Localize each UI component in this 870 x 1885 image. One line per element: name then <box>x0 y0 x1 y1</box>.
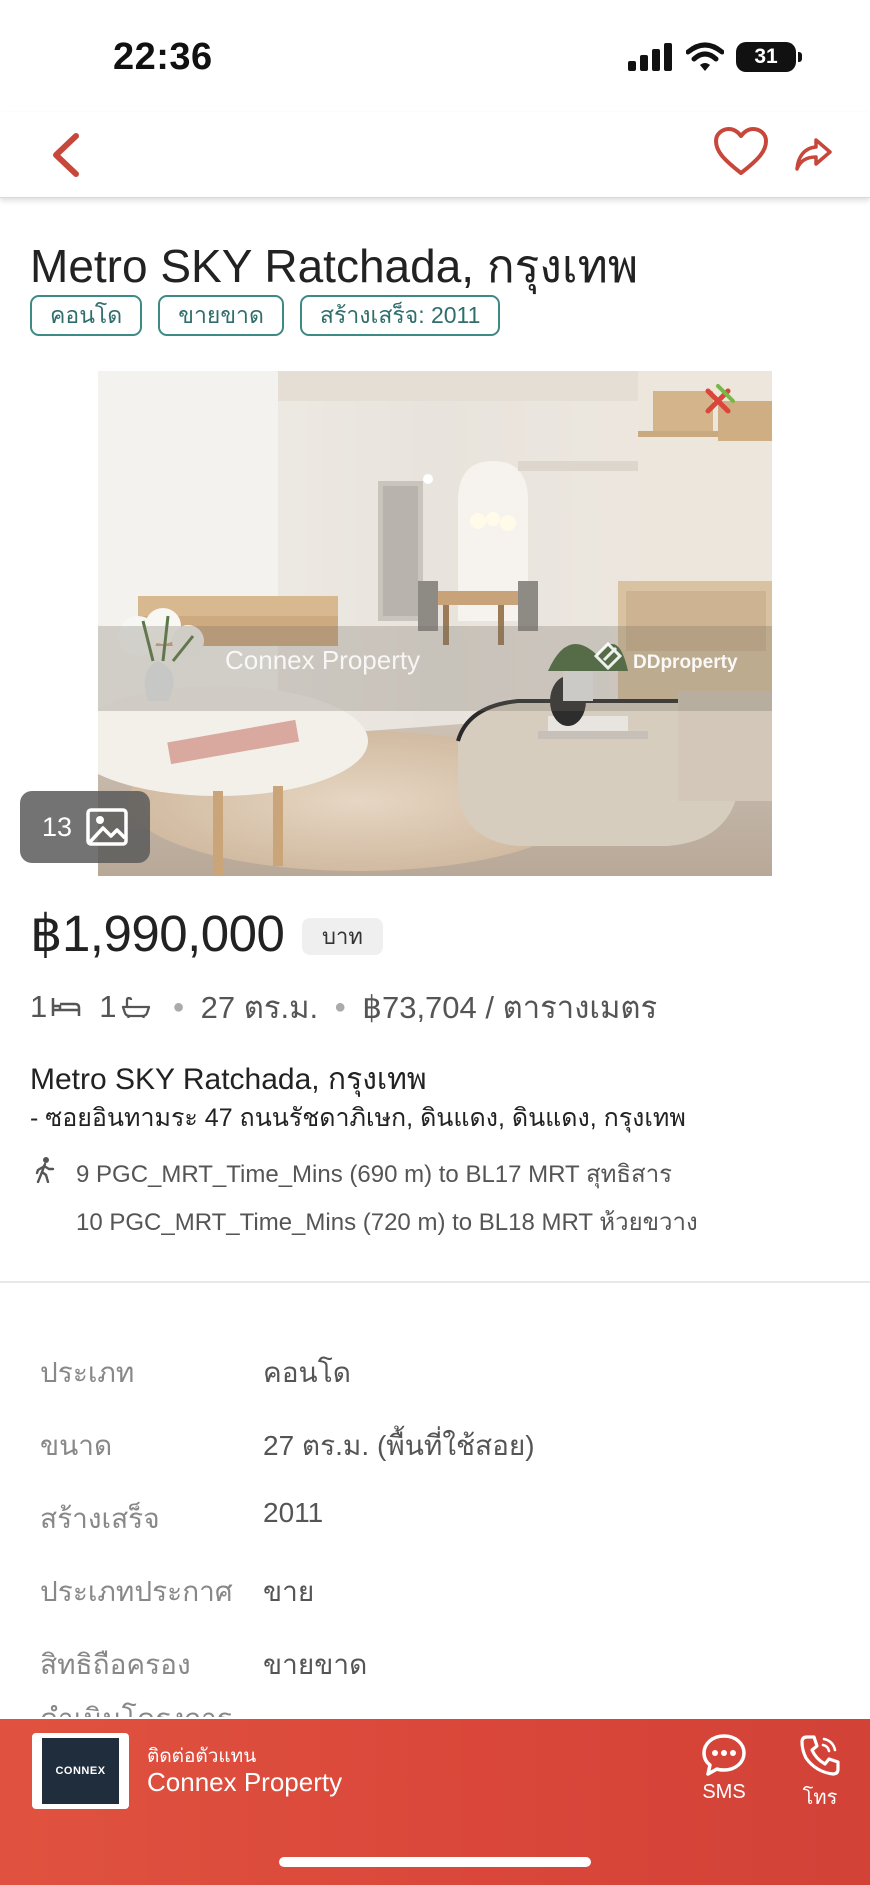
watermark-connex: Connex Property <box>225 645 420 675</box>
call-button[interactable]: โทร <box>780 1733 860 1813</box>
walk-icon <box>35 1157 55 1183</box>
listing-chips: คอนโด ขายขาด สร้างเสร็จ: 2011 <box>30 295 501 336</box>
status-time: 22:36 <box>113 36 213 78</box>
detail-row: ประเภท คอนโด <box>40 1351 840 1395</box>
detail-row: ขนาด 27 ตร.ม. (พื้นที่ใช้สอย) <box>40 1424 840 1468</box>
chip-completed: สร้างเสร็จ: 2011 <box>299 295 501 336</box>
bathroom-count: 1 <box>99 989 117 1024</box>
home-indicator[interactable] <box>279 1857 591 1867</box>
share-icon[interactable] <box>794 134 834 174</box>
detail-value: ขาย <box>263 1576 315 1607</box>
detail-row: สร้างเสร็จ 2011 <box>40 1497 840 1541</box>
detail-label: สร้างเสร็จ <box>40 1503 160 1534</box>
chip-tenure: ขายขาด <box>158 295 284 336</box>
listing-price: ฿1,990,000 <box>30 905 285 962</box>
sms-label: SMS <box>702 1781 746 1803</box>
status-icons: 31 <box>628 42 802 72</box>
agent-logo-text: CONNEX <box>42 1738 119 1804</box>
phone-icon <box>800 1735 840 1776</box>
detail-label: ขนาด <box>40 1430 113 1461</box>
gallery-icon <box>86 808 128 846</box>
signal-icon <box>628 43 672 71</box>
chip-property-type: คอนโด <box>30 295 143 336</box>
back-icon[interactable] <box>44 130 92 180</box>
detail-row: ประเภทประกาศ ขาย <box>40 1570 840 1614</box>
detail-row: ดำเนินโครงการ <box>40 1697 840 1717</box>
currency-badge: บาท <box>302 918 383 955</box>
detail-label: ประเภท <box>40 1357 135 1388</box>
section-divider <box>0 1281 870 1283</box>
photo-count-badge[interactable]: 13 <box>20 791 150 863</box>
detail-label: สิทธิถือครอง <box>40 1649 191 1680</box>
location-name: Metro SKY Ratchada, กรุงเทพ <box>30 1063 427 1096</box>
photo-count: 13 <box>41 811 73 842</box>
agent-name[interactable]: Connex Property <box>147 1767 342 1798</box>
detail-row: สิทธิถือครอง ขายขาด <box>40 1643 840 1687</box>
detail-label: ประเภทประกาศ <box>40 1576 233 1607</box>
heart-icon[interactable] <box>713 126 769 178</box>
bed-icon <box>52 998 81 1016</box>
price-per-sqm: ฿73,704 / ตารางเมตร <box>362 990 658 1025</box>
sms-icon <box>702 1734 746 1776</box>
area: 27 ตร.ม. <box>200 990 319 1025</box>
room-photo-image: Connex Property DDproperty <box>98 371 772 876</box>
detail-value: คอนโด <box>263 1357 351 1388</box>
detail-value: 2011 <box>263 1497 324 1528</box>
separator-dot: ● <box>172 995 185 1018</box>
bath-icon <box>121 996 150 1018</box>
transit-item: 10 PGC_MRT_Time_Mins (720 m) to BL18 MRT… <box>76 1209 698 1236</box>
bedroom-count: 1 <box>30 989 48 1024</box>
transit-item: 9 PGC_MRT_Time_Mins (690 m) to BL17 MRT … <box>76 1161 673 1188</box>
call-label: โทร <box>802 1787 838 1809</box>
wifi-icon <box>686 42 724 71</box>
status-bar: 22:36 31 <box>0 0 870 110</box>
battery-indicator: 31 <box>736 42 802 72</box>
listing-title: Metro SKY Ratchada, กรุงเทพ <box>30 240 639 292</box>
listing-specs: 1 1 ● 27 ตร.ม. ● ฿73,704 / ตารางเมตร <box>30 982 657 1032</box>
detail-value: 27 ตร.ม. (พื้นที่ใช้สอย) <box>263 1430 535 1461</box>
sms-button[interactable]: SMS <box>684 1733 764 1804</box>
nav-bar <box>0 112 870 198</box>
detail-label: ดำเนินโครงการ <box>40 1697 263 1717</box>
separator-dot: ● <box>334 995 347 1018</box>
contact-footer: CONNEX ติดต่อตัวแทน Connex Property SMS … <box>0 1719 870 1885</box>
watermark-ddproperty: DDproperty <box>633 652 738 673</box>
agent-logo[interactable]: CONNEX <box>32 1733 129 1809</box>
listing-photo[interactable]: Connex Property DDproperty <box>98 371 772 876</box>
detail-value: ขายขาด <box>263 1649 368 1680</box>
location-address: - ซอยอินทามระ 47 ถนนรัชดาภิเษก, ดินแดง, … <box>30 1104 686 1132</box>
